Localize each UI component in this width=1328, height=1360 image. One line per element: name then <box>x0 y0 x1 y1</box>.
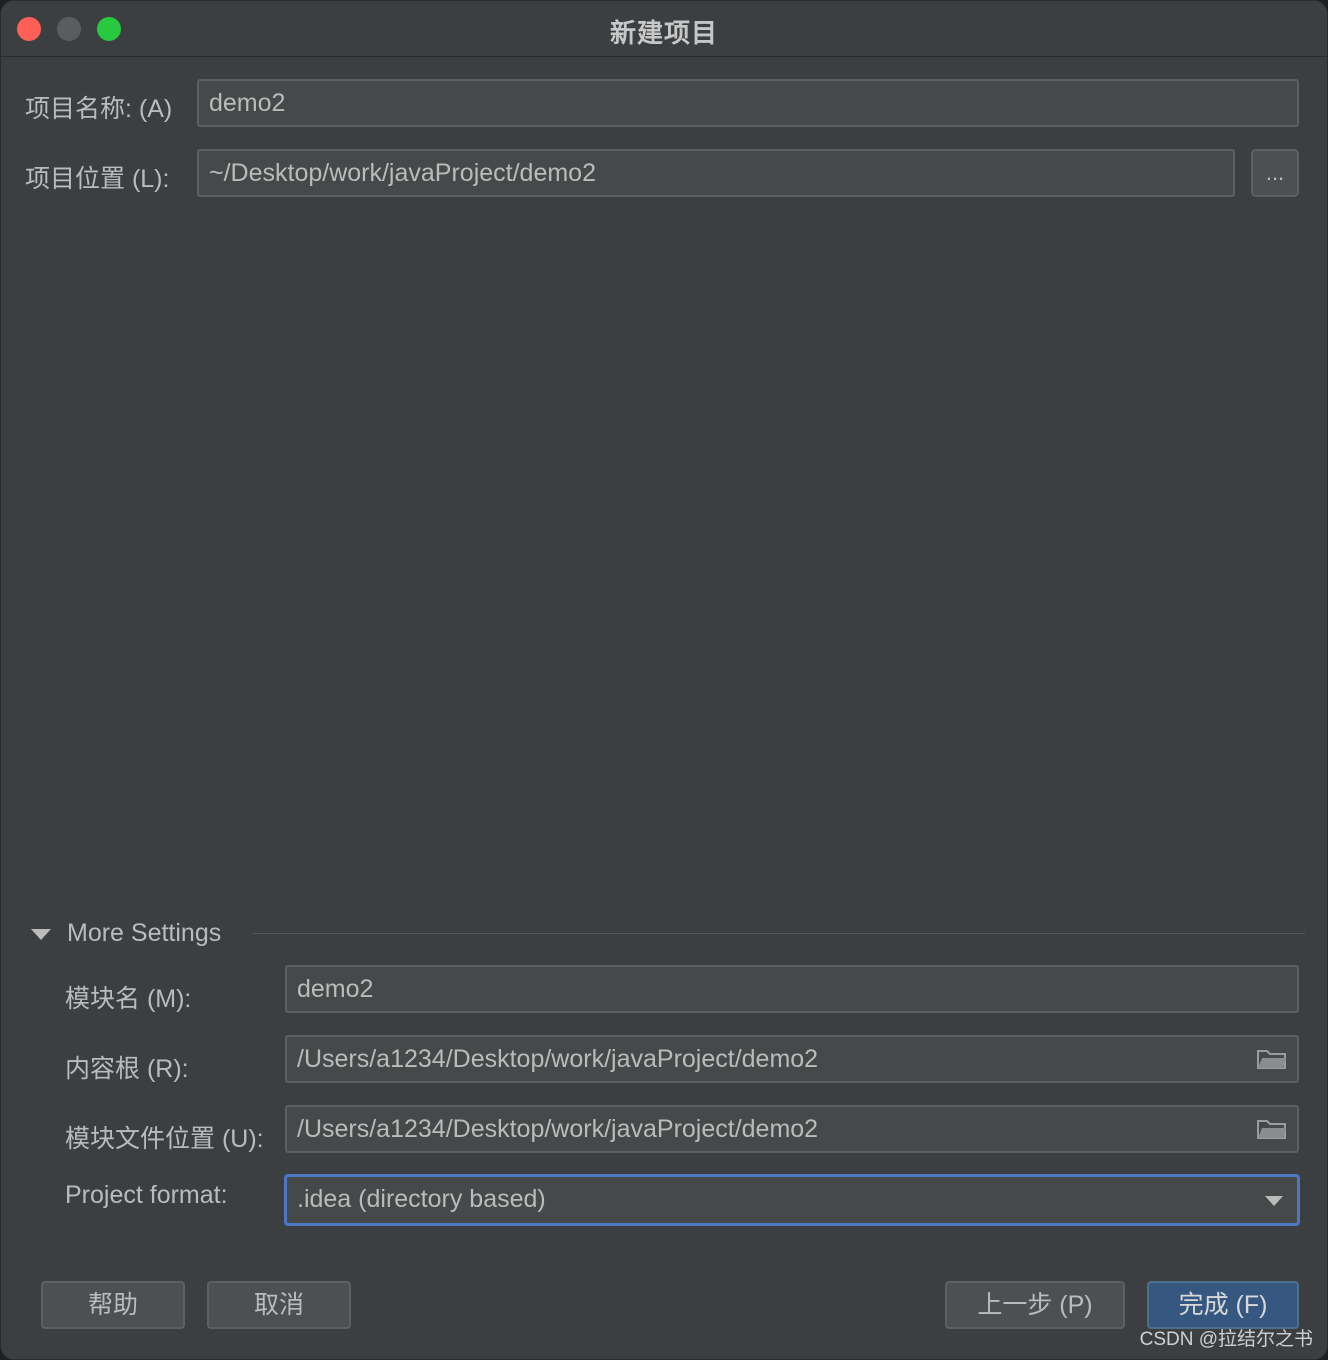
finish-button[interactable]: 完成 (F) <box>1147 1281 1299 1329</box>
project-format-value: .idea (directory based) <box>297 1185 546 1213</box>
folder-icon[interactable] <box>1257 1117 1287 1141</box>
project-format-label: Project format: <box>65 1181 228 1209</box>
cancel-button[interactable]: 取消 <box>207 1281 351 1329</box>
help-button[interactable]: 帮助 <box>41 1281 185 1329</box>
project-name-label: 项目名称: (A) <box>25 95 173 123</box>
browse-location-button[interactable]: ... <box>1251 149 1299 197</box>
project-location-input[interactable]: ~/Desktop/work/javaProject/demo2 <box>197 149 1235 197</box>
content-root-input[interactable]: /Users/a1234/Desktop/work/javaProject/de… <box>285 1035 1299 1083</box>
watermark-text: CSDN @拉结尔之书 <box>1139 1329 1313 1350</box>
title-bar: 新建项目 <box>1 1 1327 57</box>
more-settings-title: More Settings <box>67 919 222 947</box>
project-format-select[interactable]: .idea (directory based) <box>284 1174 1300 1226</box>
module-name-label: 模块名 (M): <box>65 985 192 1013</box>
module-file-value: /Users/a1234/Desktop/work/javaProject/de… <box>297 1115 819 1143</box>
project-name-input[interactable]: demo2 <box>197 79 1299 127</box>
window-title: 新建项目 <box>609 18 718 48</box>
module-file-input[interactable]: /Users/a1234/Desktop/work/javaProject/de… <box>285 1105 1299 1153</box>
content-root-value: /Users/a1234/Desktop/work/javaProject/de… <box>297 1045 819 1073</box>
folder-icon[interactable] <box>1257 1047 1287 1071</box>
expand-triangle-icon <box>31 929 51 940</box>
chevron-down-icon <box>1265 1196 1283 1206</box>
previous-button[interactable]: 上一步 (P) <box>945 1281 1125 1329</box>
section-divider <box>253 933 1305 934</box>
content-root-label: 内容根 (R): <box>65 1055 189 1083</box>
module-name-input[interactable]: demo2 <box>285 965 1299 1013</box>
new-project-dialog: 新建项目 项目名称: (A) demo2 项目位置 (L): ~/Desktop… <box>0 0 1328 1360</box>
project-location-label: 项目位置 (L): <box>25 165 170 193</box>
module-file-label: 模块文件位置 (U): <box>65 1125 264 1153</box>
